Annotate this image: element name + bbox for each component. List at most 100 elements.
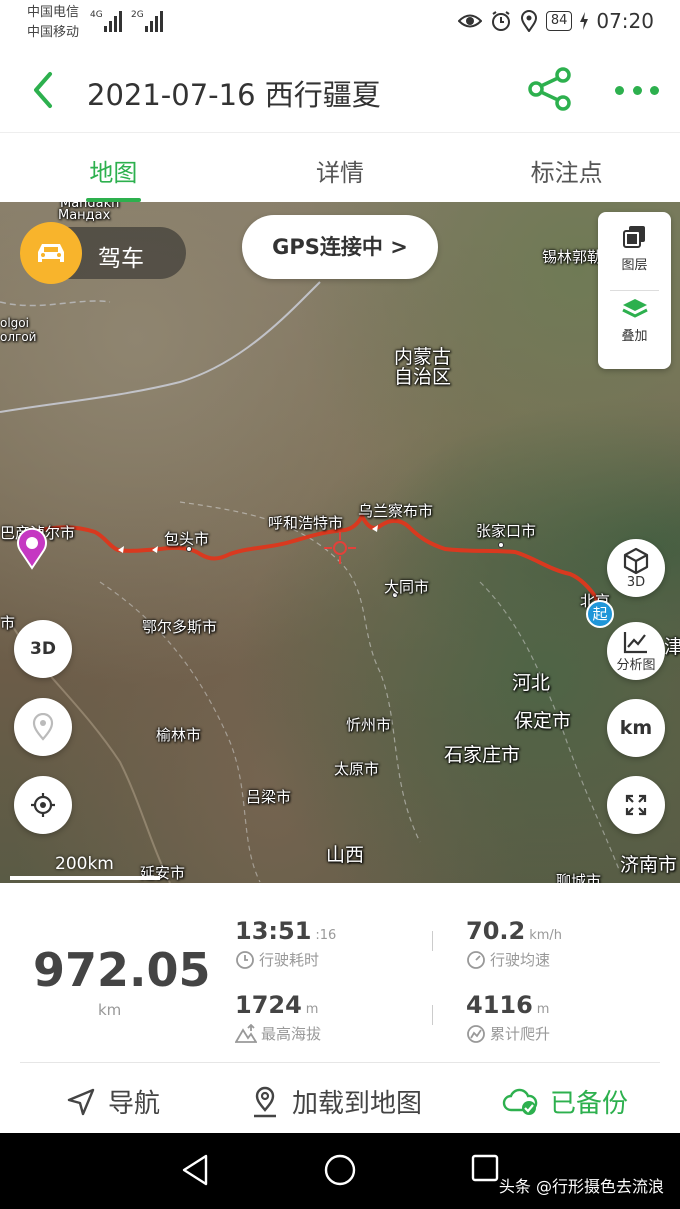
backup-status-button[interactable]: 已备份 — [502, 1083, 628, 1120]
tab-details[interactable]: 详情 — [227, 133, 454, 202]
tilt-3d-button[interactable]: 3D — [14, 620, 72, 678]
place-label: 济南市 — [620, 854, 678, 876]
place-label: 榆林市 — [156, 726, 202, 744]
place-label: 张家口市 — [476, 522, 537, 540]
duration-label: 行驶耗时 — [259, 951, 320, 969]
city-dot — [498, 542, 504, 548]
share-icon[interactable] — [527, 66, 573, 112]
driving-mode-pill[interactable]: 驾车 — [20, 222, 186, 284]
cloud-check-icon — [502, 1088, 538, 1115]
satellite-map[interactable]: Mandakh Мандах olgoi олгой 锡林郭勒 内蒙古 自治区 … — [0, 202, 680, 883]
map-overlay — [0, 281, 621, 883]
place-label: 石家庄市 — [444, 744, 521, 766]
max-altitude-value: 1724 — [235, 991, 302, 1019]
fullscreen-button[interactable] — [607, 776, 665, 834]
signal-icon-2 — [145, 10, 163, 32]
clock: 07:20 — [596, 9, 654, 33]
navigate-label: 导航 — [108, 1089, 161, 1119]
overlay-stack-icon — [621, 299, 648, 318]
system-nav-bar: 头条 @行形摄色去流浪 — [0, 1133, 680, 1209]
line-chart-icon — [623, 631, 647, 653]
max-altitude-label: 最高海拔 — [261, 1025, 322, 1043]
more-icon[interactable] — [615, 76, 659, 104]
footprint-icon — [32, 713, 54, 741]
nav-back-icon[interactable] — [180, 1153, 210, 1187]
max-altitude-stat: 1724 m 最高海拔 — [235, 991, 321, 1044]
footprint-button[interactable] — [14, 698, 72, 756]
navigate-button[interactable]: 导航 — [66, 1083, 160, 1120]
driving-mode-label: 驾车 — [98, 246, 144, 272]
avg-speed-unit: km/h — [529, 928, 563, 943]
map-pin-icon — [254, 1086, 276, 1117]
locate-me-button[interactable] — [14, 776, 72, 834]
scale-bar — [10, 876, 160, 880]
analysis-chart-label: 分析图 — [616, 657, 656, 673]
divider — [432, 1005, 433, 1025]
start-marker[interactable]: 起 — [586, 600, 614, 628]
layers-button[interactable]: 图层 — [598, 224, 671, 273]
unit-toggle-button[interactable]: km — [607, 699, 665, 757]
place-label: 乌兰察布市 — [358, 502, 434, 520]
unit-label: km — [619, 717, 653, 739]
location-icon — [520, 10, 537, 32]
region-label: 山西 — [326, 844, 365, 866]
place-label: 鄂尔多斯市 — [142, 618, 218, 636]
avg-speed-stat: 70.2 km/h 行驶均速 — [466, 917, 562, 970]
region-label: 自治区 — [394, 366, 452, 388]
place-label: олгой — [0, 330, 37, 344]
charging-icon — [580, 12, 589, 30]
gps-status-button[interactable]: GPS连接中 > — [242, 215, 438, 279]
cube-icon — [623, 547, 649, 574]
nav-home-icon[interactable] — [323, 1153, 357, 1187]
analysis-chart-button[interactable]: 分析图 — [607, 622, 665, 680]
total-climb-unit: m — [536, 1002, 550, 1017]
expand-icon — [625, 794, 647, 816]
eye-icon — [457, 14, 482, 28]
map-scale: 200km — [10, 852, 160, 882]
total-climb-value: 4116 — [466, 991, 533, 1019]
overlay-button[interactable]: 叠加 — [598, 297, 671, 344]
place-label: 忻州市 — [346, 716, 392, 734]
avg-speed-label: 行驶均速 — [490, 951, 551, 969]
navigation-arrow-icon — [67, 1088, 95, 1115]
view-3d-label: 3D — [626, 574, 646, 590]
place-label: 呼和浩特市 — [268, 514, 344, 532]
status-bar: 中国电信 中国移动 4G 2G 84 07:20 — [0, 0, 680, 46]
load-to-map-label: 加载到地图 — [292, 1089, 423, 1119]
tab-markers[interactable]: 标注点 — [453, 133, 680, 202]
carrier-1: 中国电信 — [27, 5, 80, 20]
track-stats: 972.05 km 13:51:16 行驶耗时 70.2 km/h 行驶均速 17… — [0, 883, 680, 1063]
total-distance-value: 972.05 — [33, 943, 211, 997]
climb-icon — [467, 1024, 485, 1043]
place-label: 聊城市 — [556, 872, 602, 883]
place-label: olgoi — [0, 316, 29, 330]
watermark: 头条 @行形摄色去流浪 — [498, 1177, 664, 1196]
total-distance-unit: km — [98, 1001, 122, 1019]
network-type-2: 2G — [131, 10, 144, 20]
car-icon — [20, 222, 82, 284]
clock-icon — [236, 950, 254, 969]
place-label: 太原市 — [334, 760, 380, 778]
nav-recents-icon[interactable] — [470, 1153, 500, 1183]
tab-map[interactable]: 地图 — [0, 133, 227, 202]
page-title: 2021-07-16 西行疆夏 — [87, 78, 381, 112]
map-layer-panel: 图层 叠加 — [598, 212, 671, 369]
place-label: 锡林郭勒 — [542, 248, 603, 266]
load-to-map-button[interactable]: 加载到地图 — [250, 1083, 422, 1120]
place-label: 大同市 — [384, 578, 430, 596]
tilt-3d-label: 3D — [30, 639, 56, 659]
place-label: 包头市 — [164, 530, 210, 548]
overlay-label: 叠加 — [621, 329, 648, 344]
duration-value: 13:51 — [235, 917, 312, 945]
status-icons: 84 07:20 — [457, 9, 654, 33]
view-3d-button[interactable]: 3D — [607, 539, 665, 597]
back-icon[interactable] — [28, 70, 58, 110]
scale-label: 200km — [55, 854, 114, 874]
end-location-pin-icon[interactable] — [14, 528, 50, 570]
backup-status-label: 已备份 — [550, 1089, 629, 1119]
duration-seconds: :16 — [315, 928, 337, 943]
app-header: 2021-07-16 西行疆夏 — [0, 46, 680, 132]
avg-speed-value: 70.2 — [466, 917, 526, 945]
mountain-icon — [235, 1023, 257, 1043]
duration-stat: 13:51:16 行驶耗时 — [235, 917, 336, 970]
